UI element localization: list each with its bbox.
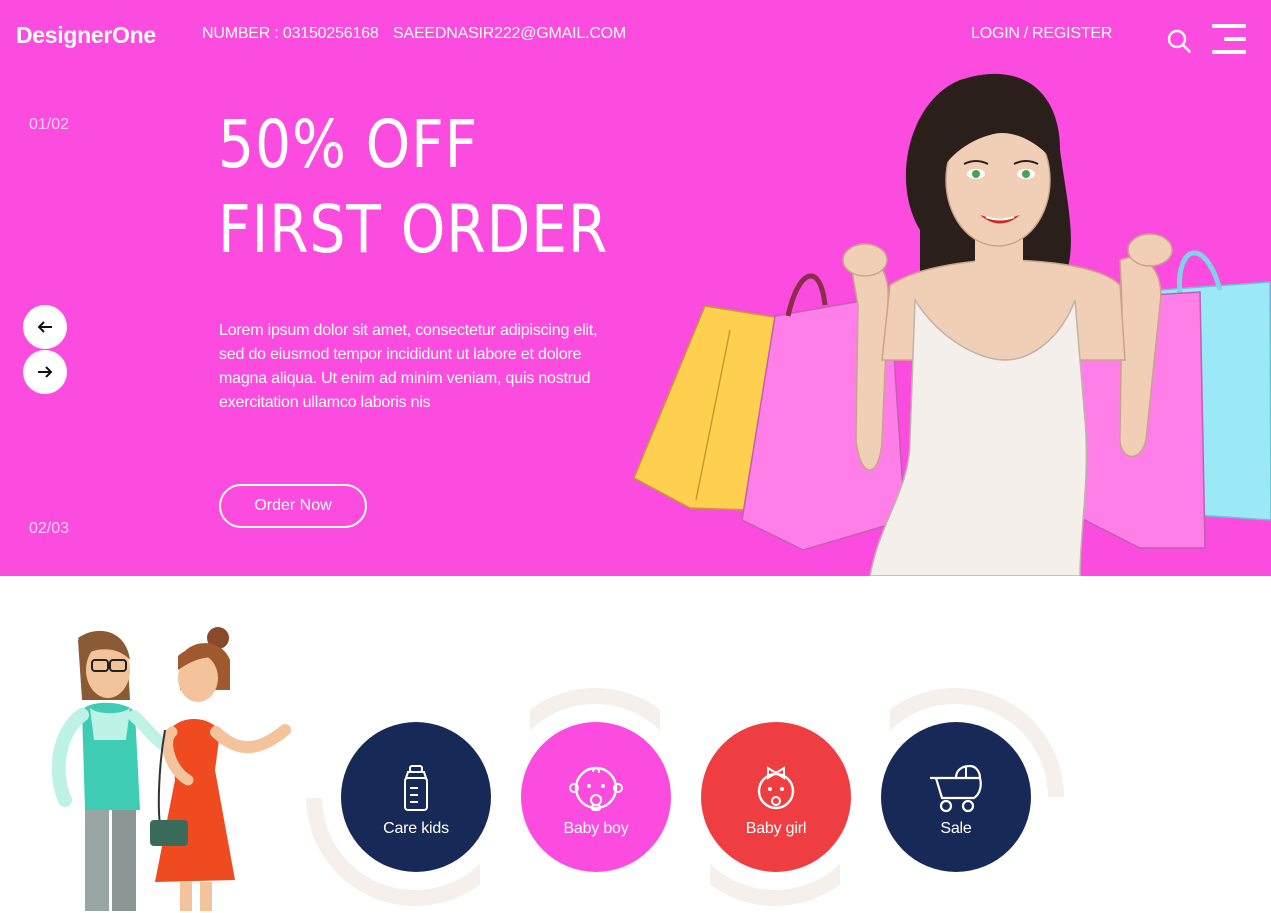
- arrow-left-icon: [37, 321, 52, 333]
- slide-counter-top: 01/02: [29, 116, 70, 133]
- baby-girl-face-icon: [757, 766, 795, 810]
- category-label: Baby boy: [563, 820, 629, 837]
- search-icon: [1167, 29, 1191, 53]
- headline-line-2: FIRST ORDER: [218, 191, 609, 268]
- search-button[interactable]: [1166, 28, 1192, 54]
- two-women-illustration: [51, 627, 291, 911]
- category-sale[interactable]: Sale: [881, 722, 1031, 872]
- shopping-woman-illustration: [633, 73, 1271, 576]
- contact-email[interactable]: SAEEDNASIR222@GMAIL.COM: [393, 25, 626, 43]
- category-care-kids[interactable]: Care kids: [341, 722, 491, 872]
- arrow-right-icon: [38, 366, 53, 378]
- contact-phone: NUMBER : 03150256168: [202, 25, 379, 42]
- hero-banner: DesignerOne NUMBER : 03150256168 SAEEDNA…: [0, 0, 1271, 576]
- hero-description: Lorem ipsum dolor sit amet, consectetur …: [219, 322, 598, 411]
- category-baby-girl[interactable]: Baby girl: [701, 722, 851, 872]
- category-label: Baby girl: [745, 820, 807, 837]
- menu-button[interactable]: [1210, 24, 1246, 56]
- logo[interactable]: DesignerOne: [16, 22, 156, 49]
- baby-boy-face-icon: [569, 766, 623, 811]
- next-slide-button[interactable]: [23, 350, 67, 394]
- prev-slide-button[interactable]: [23, 305, 67, 349]
- headline-line-1: 50% OFF: [218, 106, 479, 183]
- auth-links: LOGIN / REGISTER: [971, 25, 1112, 43]
- login-link[interactable]: LOGIN: [971, 25, 1020, 42]
- category-label: Sale: [940, 820, 972, 837]
- order-now-button[interactable]: Order Now: [219, 484, 367, 528]
- category-baby-boy[interactable]: Baby boy: [521, 722, 671, 872]
- auth-separator: /: [1023, 25, 1029, 42]
- register-link[interactable]: REGISTER: [1032, 25, 1112, 42]
- slide-counter-bottom: 02/03: [29, 520, 70, 537]
- category-label: Care kids: [383, 820, 449, 837]
- baby-stroller-icon: [930, 764, 982, 813]
- baby-bottle-icon: [404, 765, 428, 811]
